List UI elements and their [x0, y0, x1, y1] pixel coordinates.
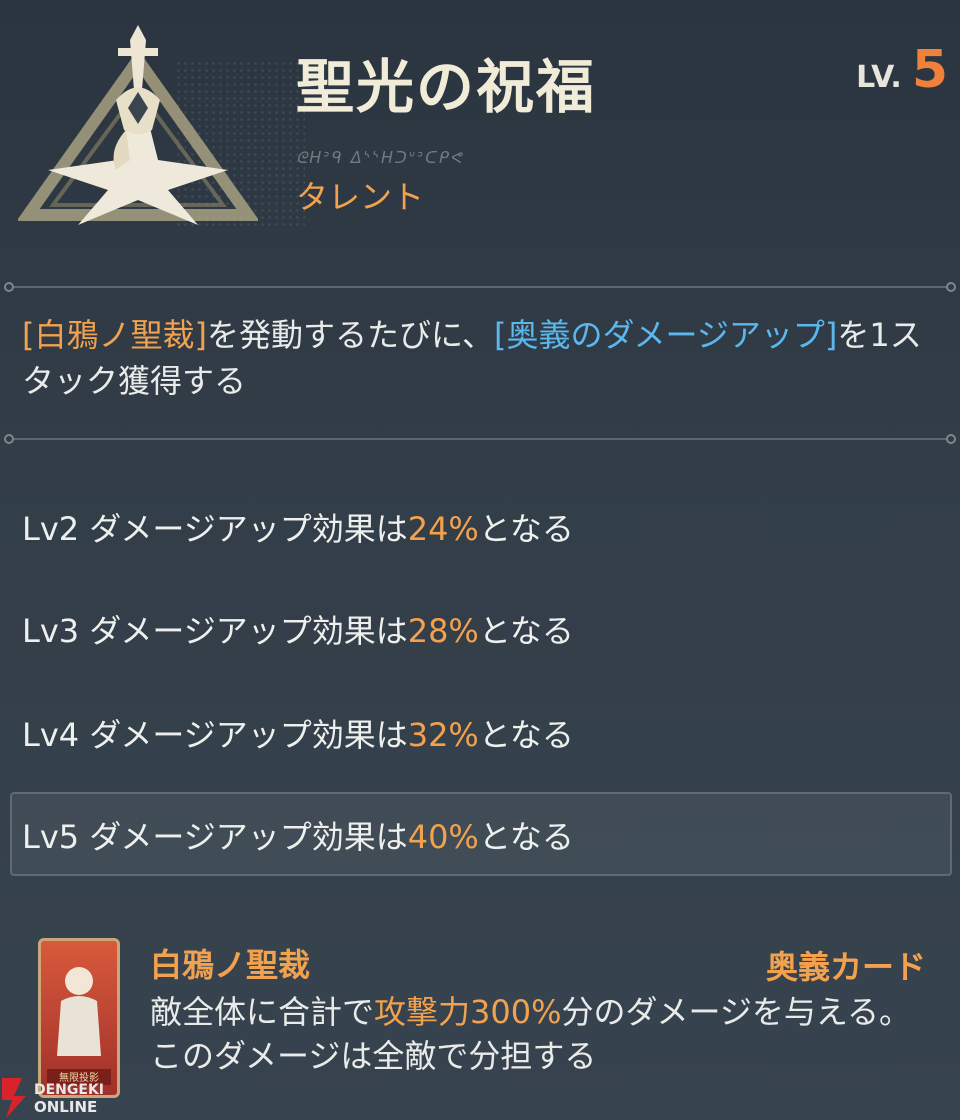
description-text-1: を発動するたびに、 — [206, 316, 495, 354]
divider-middle — [4, 434, 956, 444]
skill-title: 聖光の祝福 — [296, 53, 597, 121]
level-effect-lv3: Lv3 ダメージアップ効果は28%となる — [22, 612, 574, 650]
attack-highlight: 攻撃力300% — [374, 993, 562, 1031]
level-effect-lv5: Lv5 ダメージアップ効果は40%となる — [22, 818, 574, 856]
card-description: 敵全体に合計で攻撃力300%分のダメージを与える。このダメージは全敵で分担する — [150, 993, 911, 1075]
effect-value: 28% — [407, 612, 479, 650]
rune-text: ᘓᕼᐣᑫ ᐃᔅᔅᕼᑐᐡᐣᑕᑭᕙ — [296, 148, 465, 167]
keyword-card-name[interactable]: [白鴉ノ聖裁] — [22, 316, 207, 354]
level-effect-lv4: Lv4 ダメージアップ効果は32%となる — [22, 716, 574, 754]
card-name: 白鴉ノ聖裁 — [150, 946, 311, 984]
divider-top — [4, 282, 956, 292]
card-type: 奥義カード — [765, 948, 926, 986]
keyword-damage-up[interactable]: [奥義のダメージアップ] — [494, 316, 837, 354]
level-label: LV. — [856, 60, 902, 95]
level-effect-lv2: Lv2 ダメージアップ効果は24%となる — [22, 510, 574, 548]
level-indicator: LV. 5 — [856, 40, 948, 100]
effect-value: 32% — [407, 716, 479, 754]
skill-type: タレント — [296, 178, 425, 216]
effect-value: 24% — [407, 510, 479, 548]
svg-text:ONLINE: ONLINE — [34, 1098, 97, 1116]
level-value: 5 — [911, 40, 948, 100]
talent-emblem-icon — [18, 25, 258, 225]
svg-text:DENGEKI: DENGEKI — [34, 1082, 104, 1098]
card-character-icon: 無限投影 — [47, 967, 111, 1085]
effect-value: 40% — [407, 818, 479, 856]
skill-description: [白鴉ノ聖裁]を発動するたびに、[奥義のダメージアップ]を1スタック獲得する — [22, 312, 937, 404]
dengeki-online-watermark: DENGEKI ONLINE — [2, 1078, 104, 1118]
